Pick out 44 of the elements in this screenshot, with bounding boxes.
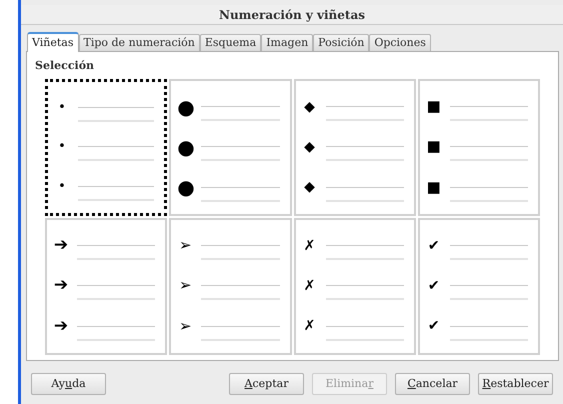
bullet-style-option[interactable]: • • • bbox=[45, 78, 168, 216]
bullet-symbol: ✗ bbox=[302, 319, 316, 334]
bullet-symbol: ➔ bbox=[53, 277, 69, 294]
bullet-style-option[interactable]: ◆ ◆ ◆ bbox=[294, 78, 416, 216]
tab[interactable]: Posición bbox=[313, 34, 370, 51]
dialog-button[interactable]: Ayuda bbox=[31, 373, 106, 395]
bullet-symbol: ✗ bbox=[302, 238, 316, 253]
bullet-symbol: ◆ bbox=[303, 100, 316, 114]
bullet-symbol: ■ bbox=[426, 180, 442, 195]
bullet-symbol: ◆ bbox=[303, 180, 316, 194]
bullet-symbol: ■ bbox=[426, 139, 442, 154]
tab[interactable]: Imagen bbox=[261, 34, 314, 51]
dialog-button[interactable]: Cancelar bbox=[395, 373, 470, 395]
tab[interactable]: Viñetas bbox=[27, 32, 78, 52]
bullet-symbol: ➢ bbox=[178, 278, 193, 294]
window-title: Numeración y viñetas bbox=[218, 6, 365, 24]
bullet-symbol: ➢ bbox=[178, 318, 193, 334]
bullet-symbol: ✔ bbox=[426, 238, 441, 253]
bullet-symbol: • bbox=[57, 100, 67, 114]
bullet-symbol: ➢ bbox=[178, 238, 193, 254]
bullet-symbol: ● bbox=[177, 136, 194, 157]
bullet-style-option[interactable]: ✗ ✗ ✗ bbox=[294, 218, 416, 354]
bullet-style-option[interactable]: ● ● ● bbox=[169, 78, 292, 216]
bullet-symbol: ◆ bbox=[303, 140, 316, 154]
tab[interactable]: Tipo de numeración bbox=[78, 34, 200, 51]
bullet-symbol: ➔ bbox=[53, 318, 69, 335]
bullet-style-option[interactable]: ➢ ➢ ➢ bbox=[169, 218, 292, 354]
bullet-symbol: ● bbox=[177, 177, 194, 198]
bullet-style-option[interactable]: ➔ ➔ ➔ bbox=[45, 218, 168, 354]
bullet-symbol: ■ bbox=[426, 99, 442, 114]
section-title: Selección bbox=[35, 58, 94, 74]
bullet-symbol: ➔ bbox=[53, 237, 69, 254]
tab[interactable]: Esquema bbox=[200, 34, 262, 51]
dialog-button[interactable]: Aceptar bbox=[229, 373, 304, 395]
tab[interactable]: Opciones bbox=[369, 34, 431, 51]
bullet-style-option[interactable]: ✔ ✔ ✔ bbox=[418, 218, 540, 354]
bullet-style-option[interactable]: ■ ■ ■ bbox=[418, 78, 540, 216]
bullet-symbol: ● bbox=[177, 96, 194, 117]
bullet-symbol: ✔ bbox=[426, 319, 441, 334]
bullet-symbol: • bbox=[57, 140, 67, 154]
bullet-symbol: ✔ bbox=[426, 278, 441, 293]
bullet-symbol: • bbox=[57, 180, 67, 194]
bullet-symbol: ✗ bbox=[302, 278, 316, 293]
dialog-button[interactable]: Restablecer bbox=[478, 373, 553, 395]
